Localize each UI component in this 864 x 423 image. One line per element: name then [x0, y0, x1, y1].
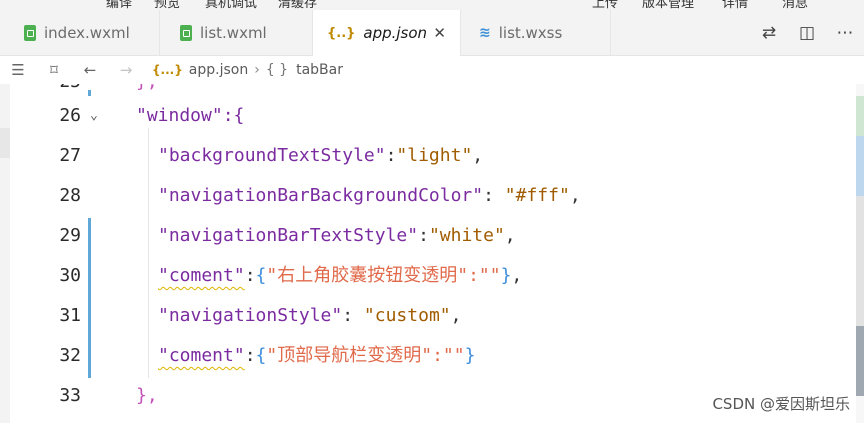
- more-icon[interactable]: ⋯: [826, 23, 864, 43]
- watermark-text: CSDN @爱因斯坦乐: [712, 395, 850, 413]
- warning-squiggle: "coment": [158, 265, 245, 286]
- tab-label: app.json: [363, 24, 428, 42]
- code-text: "coment":{"右上角胶囊按钮变透明":""},: [158, 265, 523, 286]
- json-file-icon: {..}: [327, 25, 356, 41]
- tab-label: list.wxml: [200, 23, 267, 42]
- code-editor[interactable]: 25 }, 26 ⌄ "window":{ 27 "backgroundText…: [10, 84, 856, 423]
- menu-compile[interactable]: 编译: [106, 0, 132, 10]
- back-arrow-icon[interactable]: ←: [72, 61, 108, 79]
- chevron-down-icon[interactable]: ⌄: [90, 96, 98, 136]
- breadcrumb-symbol[interactable]: tabBar: [296, 62, 343, 78]
- bookmark-icon[interactable]: ⌑: [36, 61, 72, 79]
- list-icon[interactable]: ☰: [0, 61, 36, 79]
- code-line: 26 ⌄ "window":{: [10, 96, 856, 136]
- wxml-file-icon: [24, 24, 36, 41]
- vertical-scrollbar[interactable]: [856, 84, 864, 423]
- line-number: 26: [59, 105, 81, 126]
- menu-device-debug[interactable]: 真机调试: [205, 0, 257, 10]
- code-line: 30 "coment":{"右上角胶囊按钮变透明":""},: [10, 256, 856, 296]
- code-line: 31 "navigationStyle": "custom",: [10, 296, 856, 336]
- split-editor-icon[interactable]: ◫: [788, 23, 826, 43]
- tab-list-wxss[interactable]: ≋ list.wxss: [461, 10, 611, 55]
- forward-arrow-icon[interactable]: →: [108, 61, 144, 79]
- css-file-icon: ≋: [479, 24, 491, 41]
- code-text: "coment":{"顶部导航栏变透明":""}: [158, 345, 476, 366]
- menu-upload[interactable]: 上传: [592, 0, 618, 10]
- tab-label: list.wxss: [498, 23, 563, 42]
- top-menu: 编译 预览 真机调试 清缓存 上传 版本管理 详情 消息: [0, 0, 864, 10]
- code-text: "navigationBarTextStyle":"white",: [158, 225, 516, 246]
- tab-actions: ⇄ ◫ ⋯: [750, 10, 864, 55]
- tab-list-wxml[interactable]: list.wxml: [160, 10, 313, 55]
- editor-tab-bar: index.wxml list.wxml {..} app.json ✕ ≋ l…: [0, 10, 864, 56]
- line-number: 31: [59, 305, 81, 326]
- code-line: 32 "coment":{"顶部导航栏变透明":""}: [10, 336, 856, 376]
- code-text: "navigationBarBackgroundColor": "#fff",: [158, 185, 581, 206]
- code-line: 29 "navigationBarTextStyle":"white",: [10, 216, 856, 256]
- line-number: 27: [59, 145, 81, 166]
- code-text: "backgroundTextStyle":"light",: [158, 145, 484, 166]
- close-icon[interactable]: ✕: [433, 24, 446, 42]
- breadcrumb: ☰ ⌑ ← → {...} app.json › { } tabBar: [0, 56, 864, 84]
- menu-version[interactable]: 版本管理: [642, 0, 694, 10]
- line-number: 29: [59, 225, 81, 246]
- menu-details[interactable]: 详情: [722, 0, 748, 10]
- code-line: 28 "navigationBarBackgroundColor": "#fff…: [10, 176, 856, 216]
- json-file-icon: {...}: [152, 63, 183, 77]
- menu-preview[interactable]: 预览: [154, 0, 180, 10]
- line-number: 32: [59, 345, 81, 366]
- source-control-icon[interactable]: ⇄: [750, 23, 788, 43]
- code-text: "window":{: [136, 105, 245, 126]
- code-line: 27 "backgroundTextStyle":"light",: [10, 136, 856, 176]
- symbol-icon: { }: [265, 62, 289, 78]
- menu-messages[interactable]: 消息: [782, 0, 808, 10]
- activity-gutter: [0, 84, 10, 423]
- chevron-right-icon: ›: [254, 62, 260, 78]
- line-number: 28: [59, 185, 81, 206]
- tab-index-wxml[interactable]: index.wxml: [10, 10, 160, 55]
- tab-label: index.wxml: [44, 23, 130, 42]
- tab-app-json[interactable]: {..} app.json ✕: [313, 10, 461, 56]
- menu-clear-cache[interactable]: 清缓存: [278, 0, 317, 10]
- line-number: 33: [59, 385, 81, 406]
- line-number: 30: [59, 265, 81, 286]
- wxml-file-icon: [180, 24, 192, 41]
- warning-squiggle: "coment": [158, 345, 245, 366]
- code-text: "navigationStyle": "custom",: [158, 305, 462, 326]
- code-text: },: [136, 385, 158, 406]
- breadcrumb-file[interactable]: app.json: [189, 62, 248, 78]
